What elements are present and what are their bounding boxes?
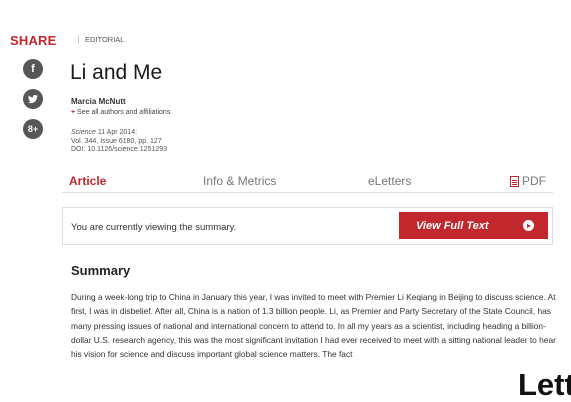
view-full-text-button[interactable]: View Full Text <box>399 212 548 239</box>
summary-notice-text: You are currently viewing the summary. <box>71 222 237 233</box>
arrow-right-icon <box>523 220 534 231</box>
tab-article[interactable]: Article <box>69 174 106 188</box>
twitter-icon[interactable] <box>23 89 43 109</box>
cropped-heading-text: Lett <box>518 367 571 402</box>
journal-name: Science <box>71 129 96 136</box>
summary-heading: Summary <box>71 263 131 278</box>
section-tag: EDITORIAL <box>78 35 124 44</box>
tab-eletters[interactable]: eLetters <box>368 174 411 188</box>
tab-info-metrics[interactable]: Info & Metrics <box>203 174 276 188</box>
publish-date: 11 Apr 2014: <box>97 129 138 136</box>
summary-text: During a week-long trip to China in Janu… <box>71 292 556 360</box>
share-label: SHARE <box>10 33 57 48</box>
google-plus-icon[interactable]: 8+ <box>23 119 43 139</box>
affiliations-link[interactable]: + See all authors and affiliations <box>71 109 170 116</box>
plus-icon: + <box>71 109 76 116</box>
pdf-icon <box>510 175 519 187</box>
view-full-text-label: View Full Text <box>416 219 489 232</box>
tab-pdf[interactable]: PDF <box>510 174 546 188</box>
page-title: Li and Me <box>70 61 163 84</box>
article-tabs: Article Info & Metrics eLetters PDF <box>62 170 553 193</box>
tab-pdf-label: PDF <box>522 174 546 188</box>
affiliations-label: See all authors and affiliations <box>77 109 171 116</box>
citation-meta: Science 11 Apr 2014: Vol. 344, Issue 618… <box>71 129 167 155</box>
facebook-icon[interactable]: f <box>23 59 43 79</box>
doi-text: DOI: 10.1126/science.1251293 <box>71 146 167 153</box>
volume-info: Vol. 344, Issue 6180, pp. 127 <box>71 137 162 145</box>
author-name[interactable]: Marcia McNutt <box>71 97 126 106</box>
